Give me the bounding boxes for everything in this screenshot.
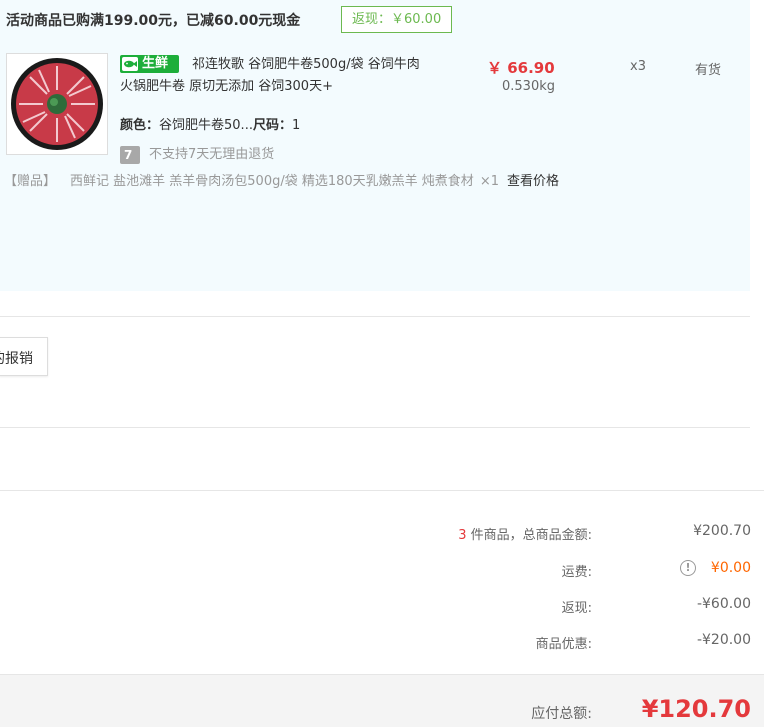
discount-label: 商品优惠:: [535, 637, 592, 652]
color-value: 谷饲肥牛卷50...: [159, 118, 253, 133]
gift-name[interactable]: 西鲜记 盐池滩羊 羔羊骨肉汤包500g/袋 精选180天乳嫩羔羊 炖煮食材: [70, 174, 474, 189]
color-label: 颜色：: [120, 118, 160, 133]
promo-summary-text: 活动商品已购满199.00元，已减60.00元现金: [6, 13, 301, 29]
goods-amount: ¥200.70: [693, 523, 751, 539]
gift-tag: 【赠品】: [4, 174, 57, 189]
product-price: ￥ 66.90: [487, 59, 555, 77]
shipping-amount: ¥0.00: [710, 560, 751, 576]
rebate-tag: 返现：￥60.00: [341, 6, 453, 33]
size-label: 尺码：: [252, 118, 292, 133]
product-attributes: 颜色：谷饲肥牛卷50...尺码：1: [120, 114, 300, 133]
product-thumbnail[interactable]: [6, 53, 108, 155]
no-return-icon: 7: [120, 146, 140, 164]
product-title[interactable]: 祁连牧歌 谷饲肥牛卷500g/袋 谷饲牛肉 火锅肥牛卷 原切无添加 谷饲300天…: [120, 54, 430, 98]
discount-amount: -¥20.00: [696, 632, 751, 648]
rebate-label: 返现:: [561, 601, 592, 616]
invoice-button[interactable]: 的报销: [0, 337, 48, 376]
total-bar: 应付总额: ¥120.70: [0, 674, 764, 727]
gift-quantity: ×1: [479, 174, 499, 189]
return-policy-text: 不支持7天无理由退货: [149, 147, 275, 162]
order-item-panel: 活动商品已购满199.00元，已减60.00元现金 返现：￥60.00 生鲜 祁…: [0, 0, 750, 291]
invoice-button-label: 的报销: [0, 351, 33, 367]
rebate-amount: -¥60.00: [696, 596, 751, 612]
gift-item: 【赠品】 西鲜记 盐池滩羊 羔羊骨肉汤包500g/袋 精选180天乳嫩羔羊 炖煮食…: [4, 170, 559, 189]
divider: [0, 490, 764, 491]
total-label: 应付总额:: [531, 706, 592, 722]
view-price-link[interactable]: 查看价格: [507, 174, 559, 189]
shipping-label: 运费:: [561, 565, 592, 580]
size-value: 1: [291, 118, 301, 133]
stock-status: 有货: [695, 63, 722, 78]
product-quantity: x3: [630, 59, 646, 74]
goods-count-label: 3 件商品，总商品金额:: [458, 528, 592, 543]
total-amount: ¥120.70: [641, 695, 751, 723]
info-icon[interactable]: !: [680, 560, 696, 576]
product-weight: 0.530kg: [502, 79, 555, 94]
divider: [0, 427, 750, 428]
divider: [0, 316, 750, 317]
